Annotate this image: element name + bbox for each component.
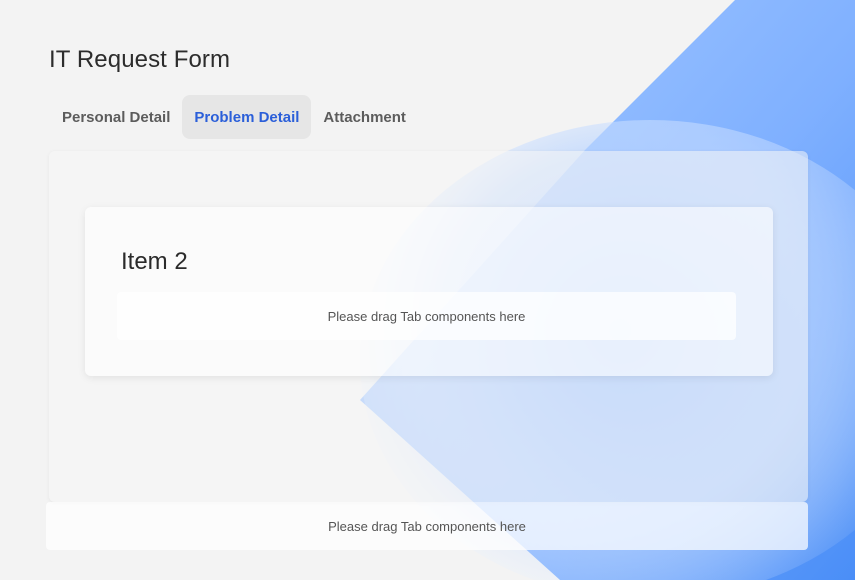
- tab-attachment[interactable]: Attachment: [311, 95, 418, 139]
- tab-bar: Personal Detail Problem Detail Attachmen…: [50, 95, 418, 139]
- form-title: IT Request Form: [49, 46, 231, 73]
- page: IT Request Form Personal Detail Problem …: [0, 0, 855, 580]
- tab-problem-detail[interactable]: Problem Detail: [182, 95, 312, 139]
- item-card-title: Item 2: [121, 248, 188, 275]
- outer-dropzone[interactable]: Please drag Tab components here: [46, 502, 808, 550]
- tab-personal-detail[interactable]: Personal Detail: [50, 95, 182, 139]
- inner-dropzone[interactable]: Please drag Tab components here: [117, 292, 736, 340]
- inner-dropzone-text: Please drag Tab components here: [327, 308, 526, 324]
- outer-dropzone-text: Please drag Tab components here: [328, 518, 526, 534]
